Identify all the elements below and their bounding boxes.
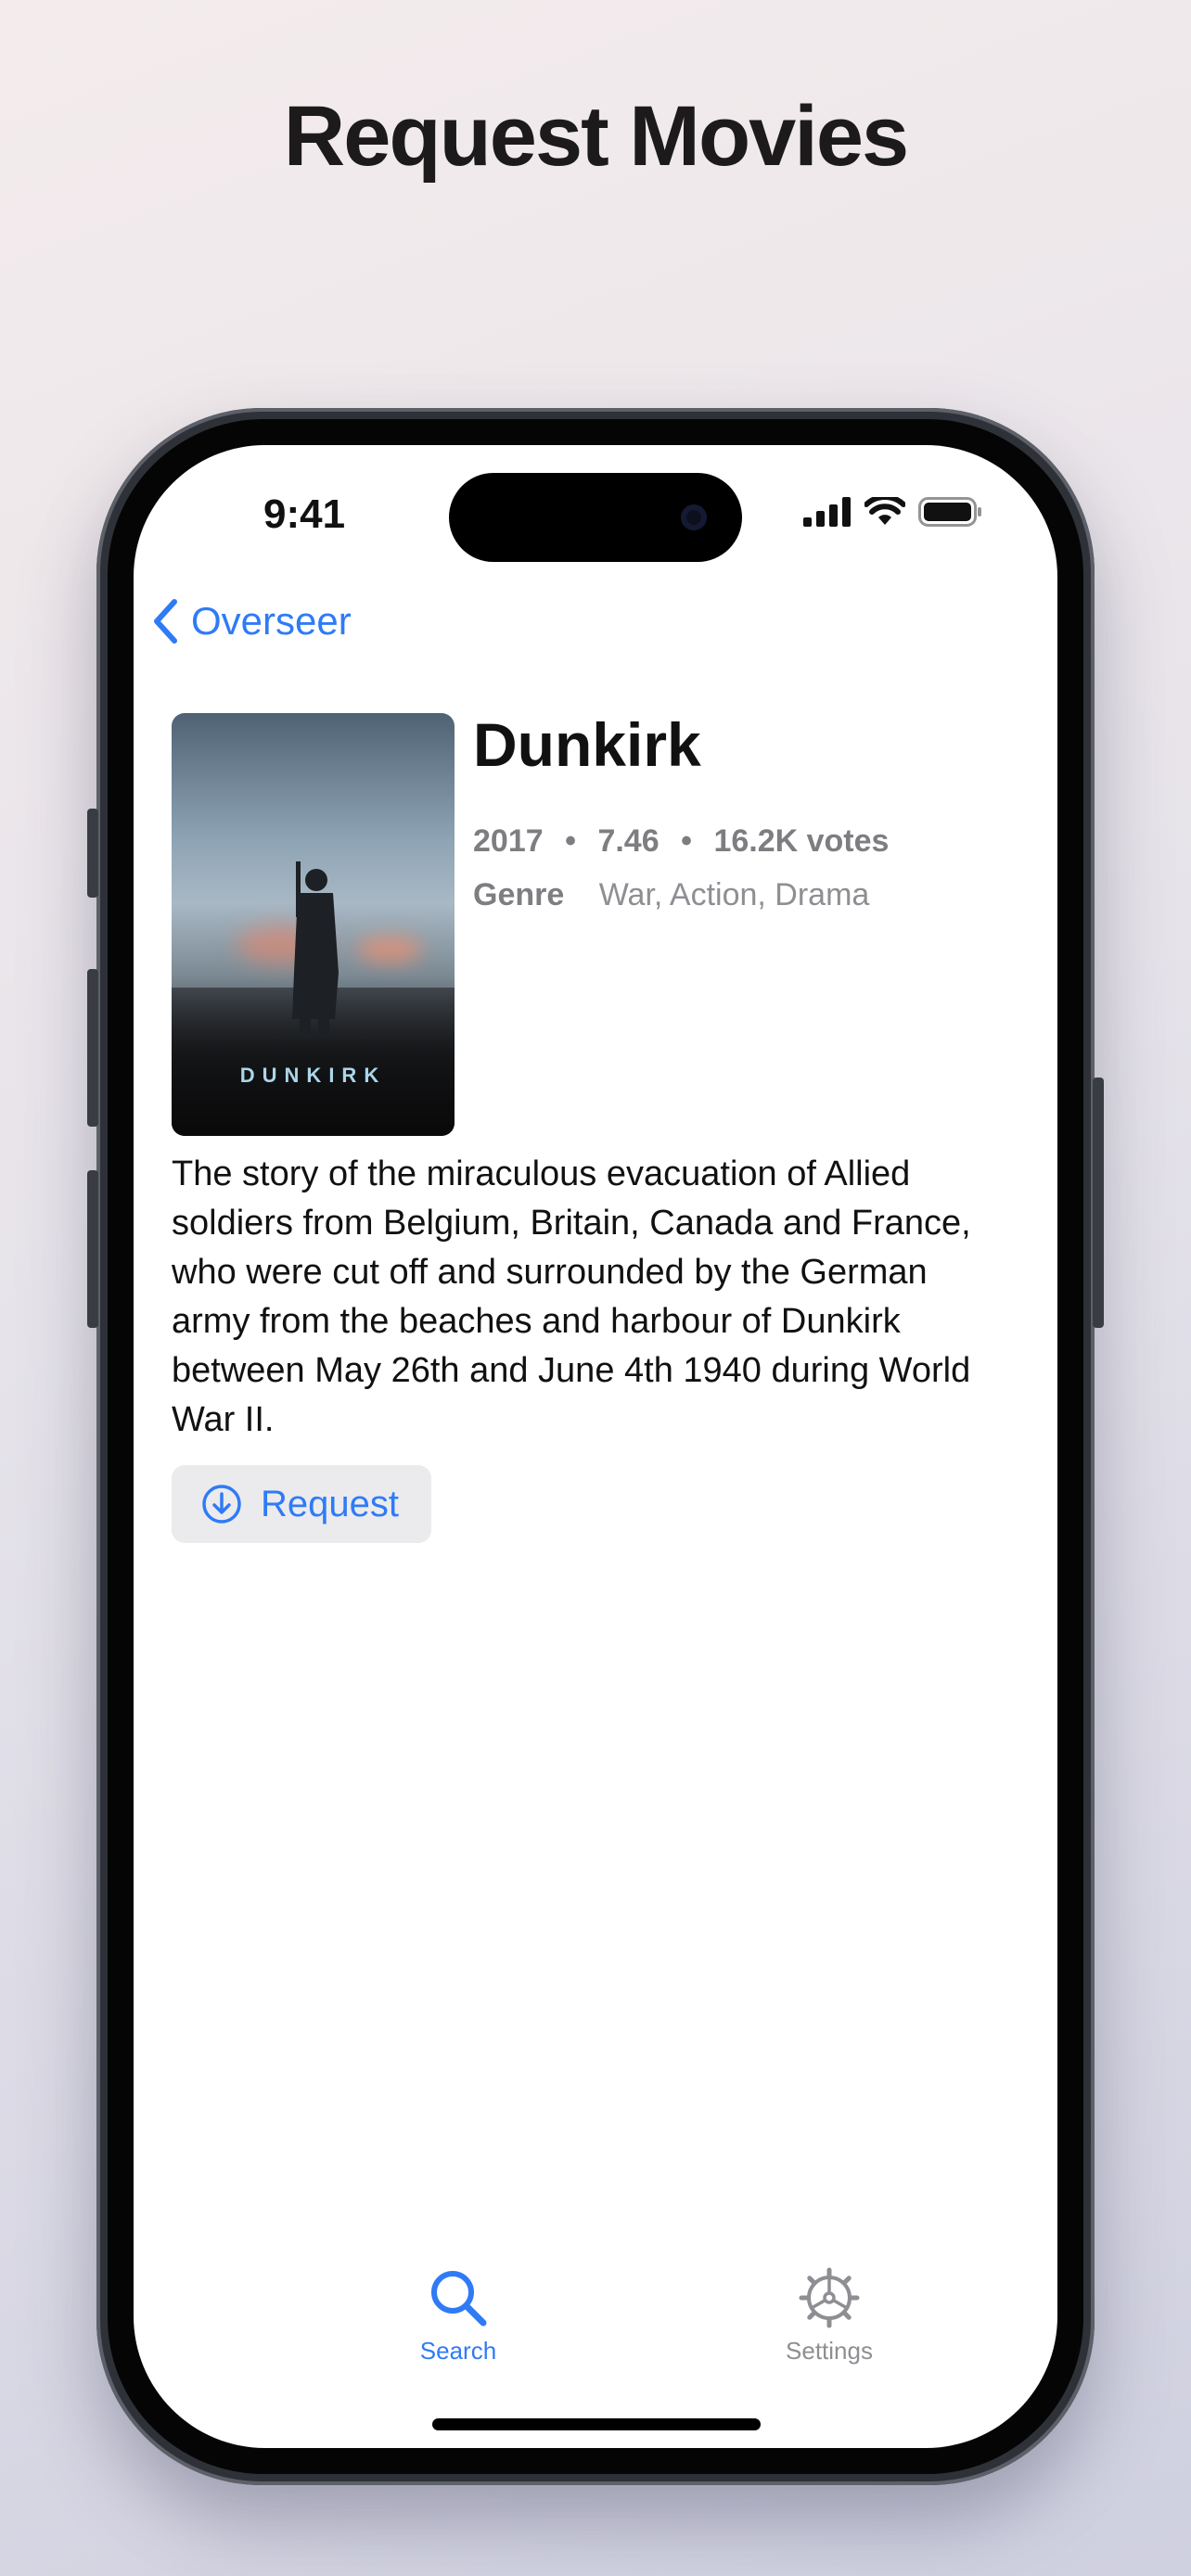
gear-icon [799, 2267, 860, 2328]
chevron-left-icon [154, 599, 177, 644]
tab-search[interactable]: Search [365, 2267, 551, 2366]
volume-down-button [87, 1170, 98, 1328]
movie-votes: 16.2K votes [713, 823, 890, 859]
back-button[interactable]: Overseer [152, 598, 352, 644]
movie-poster: DUNKIRK [172, 713, 455, 1136]
tab-search-label: Search [419, 2337, 497, 2365]
request-label: Request [261, 1483, 399, 1524]
tab-settings[interactable]: Settings [736, 2267, 922, 2366]
power-button [1093, 1078, 1104, 1328]
download-circle-icon [202, 1485, 241, 1524]
back-label: Overseer [191, 599, 352, 643]
request-button[interactable]: Request [172, 1465, 431, 1543]
status-time: 9:41 [263, 491, 346, 537]
genre-values: War, Action, Drama [598, 877, 870, 912]
soldier-silhouette [292, 861, 339, 1036]
page-headline: Request Movies [283, 89, 909, 184]
search-icon [431, 2271, 487, 2327]
meta-separator: • [681, 823, 692, 859]
genre-label: Genre [473, 877, 565, 912]
battery-icon [918, 497, 981, 527]
movie-year: 2017 [473, 823, 544, 859]
action-button [87, 809, 98, 898]
movie-meta: 2017 • 7.46 • 16.2K votes [473, 823, 889, 860]
dynamic-island [449, 473, 742, 562]
app-screen: 9:41 Overseer DUNKIRK Dunkirk 2017 • 7.4… [134, 445, 1057, 2448]
status-icons [803, 497, 983, 527]
meta-separator: • [565, 823, 576, 859]
genre-row: Genre War, Action, Drama [473, 877, 869, 913]
home-indicator[interactable] [432, 2418, 761, 2430]
movie-title: Dunkirk [473, 710, 701, 779]
wifi-icon [864, 497, 905, 525]
volume-up-button [87, 969, 98, 1127]
movie-overview: The story of the miraculous evacuation o… [172, 1154, 971, 1439]
tab-settings-label: Settings [786, 2337, 873, 2365]
movie-rating: 7.46 [597, 823, 660, 859]
poster-title: DUNKIRK [239, 1064, 387, 1087]
cellular-signal-icon [803, 497, 851, 527]
